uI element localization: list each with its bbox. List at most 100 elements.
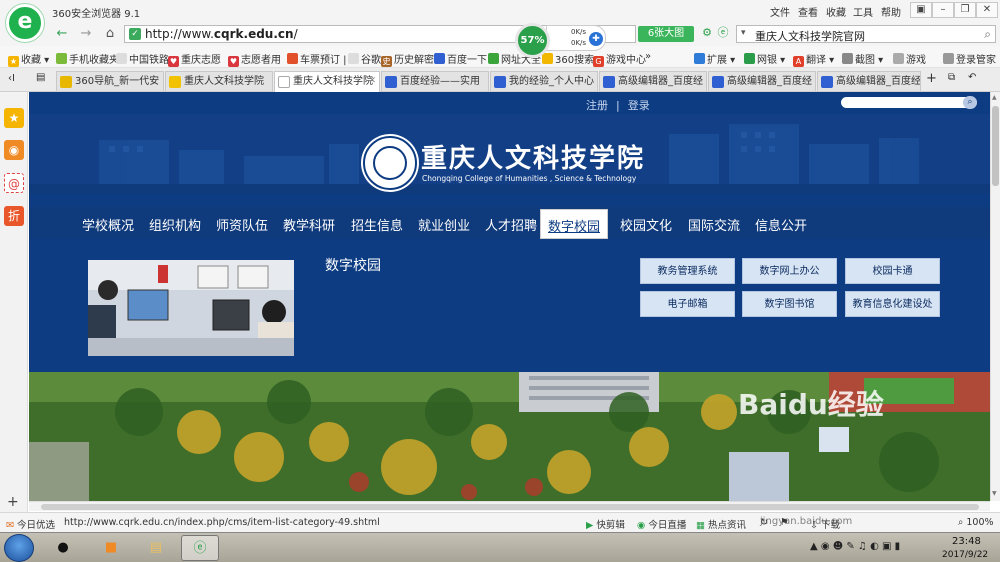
translate-button[interactable]: A 翻译 ▾ xyxy=(793,51,834,67)
settings-gear-icon[interactable]: ⚙ xyxy=(700,26,714,40)
online-office-button[interactable]: 数字网上办公 xyxy=(742,258,837,284)
box-app-icon[interactable]: ■ xyxy=(92,535,130,561)
screenshot-button[interactable]: 截图 ▾ xyxy=(842,51,883,66)
menu-tools[interactable]: 工具 xyxy=(853,4,873,19)
today-picks-button[interactable]: ✉ 今日优选 xyxy=(6,517,55,531)
refresh-e-icon[interactable]: ⓔ xyxy=(716,26,730,40)
register-link[interactable]: 注册 xyxy=(586,99,608,112)
nav-recruitment[interactable]: 人才招聘 xyxy=(485,215,537,234)
scroll-down-arrow-icon[interactable]: ▼ xyxy=(992,490,997,497)
email-button[interactable]: 电子邮箱 xyxy=(640,291,735,317)
search-box[interactable]: ▾ 重庆人文科技学院官网 ⌕ xyxy=(736,25,996,43)
divider: | xyxy=(616,99,620,112)
live-button[interactable]: ◉ 今日直播 xyxy=(637,517,686,531)
menu-favorites[interactable]: 收藏 xyxy=(826,4,846,19)
speedup-globe-icon[interactable]: ✚ xyxy=(589,32,603,46)
back-icon[interactable]: ← xyxy=(52,26,72,42)
search-input[interactable]: 重庆人文科技学院官网 xyxy=(755,28,865,44)
network-speed-ring[interactable]: 57% xyxy=(515,23,550,58)
login-manager-button[interactable]: 登录管家 xyxy=(943,51,996,66)
vertical-scroll-thumb[interactable] xyxy=(992,106,999,186)
extensions-button[interactable]: 扩展 ▾ xyxy=(694,51,735,66)
fav-item-360search[interactable]: 360搜索 xyxy=(542,51,594,66)
login-link[interactable]: 登录 xyxy=(628,99,650,112)
favorites-star-icon[interactable]: ★ xyxy=(4,108,24,128)
qq-penguin-icon[interactable]: ● xyxy=(44,535,82,561)
campus-card-button[interactable]: 校园卡通 xyxy=(845,258,940,284)
fav-item-cq-volunteer[interactable]: ♥ 重庆志愿 xyxy=(168,51,221,67)
undo-close-icon[interactable]: ↶ xyxy=(968,72,976,83)
weibo-icon[interactable]: ◉ xyxy=(4,140,24,160)
fav-item-mobile[interactable]: 手机收藏夹 xyxy=(56,51,119,66)
fav-item-google[interactable]: 谷歌 xyxy=(348,51,381,66)
search-engine-dropdown-icon[interactable]: ▾ xyxy=(741,28,746,38)
tab-close-icon[interactable]: ✕ xyxy=(368,72,376,91)
academic-system-button[interactable]: 教务管理系统 xyxy=(640,258,735,284)
fav-item-tickets[interactable]: 车票预订 | xyxy=(287,51,347,66)
360-browser-taskbar-icon[interactable]: ⓔ xyxy=(181,535,219,561)
tab-360-nav[interactable]: 360导航_新一代安 xyxy=(56,71,164,91)
nav-employment[interactable]: 就业创业 xyxy=(418,215,470,234)
tab-my-experience[interactable]: 我的经验_个人中心 xyxy=(490,71,598,91)
horizontal-scrollbar[interactable] xyxy=(29,501,990,511)
fav-item-history[interactable]: 史历史解密 xyxy=(381,51,434,67)
fav-item-railway[interactable]: 中国铁路 xyxy=(116,51,169,66)
search-icon[interactable]: ⌕ xyxy=(984,27,991,42)
favorites-menu[interactable]: ★ 收藏 ▾ xyxy=(8,51,49,67)
tab-college-active[interactable]: 重庆人文科技学院 ✕ xyxy=(274,71,380,92)
fav-item-baidu[interactable]: 百度一下 xyxy=(434,51,487,66)
fav-more-button[interactable]: » xyxy=(645,51,651,62)
nav-international[interactable]: 国际交流 xyxy=(688,215,740,234)
it-office-button[interactable]: 教育信息化建设处 xyxy=(845,291,940,317)
zoom-level[interactable]: ⌕ 100% xyxy=(958,517,994,528)
games-button[interactable]: 游戏 xyxy=(893,51,926,66)
skin-icon[interactable]: ▣ xyxy=(910,2,932,18)
horizontal-scroll-thumb[interactable] xyxy=(41,504,979,510)
tab-editor-3[interactable]: 高级编辑器_百度经 xyxy=(817,71,921,91)
home-icon[interactable]: ⌂ xyxy=(100,26,120,42)
restore-tabs-icon[interactable]: ⧉ xyxy=(948,72,955,83)
tab-baidu-jingyan[interactable]: 百度经验——实用 xyxy=(381,71,489,91)
digital-library-button[interactable]: 数字图书馆 xyxy=(742,291,837,317)
discount-icon[interactable]: 折 xyxy=(4,206,24,226)
tab-scroll-left-icon[interactable]: ‹I xyxy=(8,73,15,84)
hot-news-button[interactable]: ▦ 热点资讯 xyxy=(696,517,746,531)
menu-view[interactable]: 查看 xyxy=(798,4,818,19)
maximize-button[interactable]: ❐ xyxy=(954,2,976,18)
tab-college-1[interactable]: 重庆人文科技学院 xyxy=(165,71,273,91)
new-tab-button[interactable]: + xyxy=(926,71,937,86)
nav-faculty[interactable]: 师资队伍 xyxy=(216,215,268,234)
fav-item-games[interactable]: G 游戏中心 xyxy=(593,51,646,67)
nav-teaching-research[interactable]: 教学科研 xyxy=(283,215,335,234)
nav-digital-campus[interactable]: 数字校园 xyxy=(540,209,609,239)
vertical-scrollbar[interactable]: ▲ ▼ xyxy=(990,92,1000,501)
menu-file[interactable]: 文件 xyxy=(770,4,790,19)
file-explorer-icon[interactable]: ▤ xyxy=(137,535,175,561)
nav-school-overview[interactable]: 学校概况 xyxy=(82,215,134,234)
star-icon: ★ xyxy=(8,56,19,67)
nav-organization[interactable]: 组织机构 xyxy=(149,215,201,234)
nav-campus-culture[interactable]: 校园文化 xyxy=(620,215,672,234)
nav-information[interactable]: 信息公开 xyxy=(755,215,807,234)
address-text[interactable]: http://www.cqrk.edu.cn/ xyxy=(145,27,298,41)
sidebar-add-icon[interactable]: + xyxy=(7,494,19,510)
quick-clip-button[interactable]: ▶ 快剪辑 xyxy=(586,517,625,531)
tab-list-icon[interactable]: ▤ xyxy=(36,72,45,83)
tab-editor-2[interactable]: 高级编辑器_百度经 xyxy=(708,71,816,91)
tab-editor-1[interactable]: 高级编辑器_百度经 xyxy=(599,71,707,91)
close-button[interactable]: ✕ xyxy=(976,2,998,18)
tray-icons[interactable]: ▲ ◉ ☻ ✎ ♫ ◐ ▣ ▮ xyxy=(810,541,900,552)
fav-item-volunteer[interactable]: ♥ 志愿者用 xyxy=(228,51,281,67)
site-search-icon[interactable]: ⌕ xyxy=(963,96,977,109)
scroll-up-arrow-icon[interactable]: ▲ xyxy=(992,94,997,101)
big-pictures-button[interactable]: 6张大图 xyxy=(638,26,694,42)
live-icon: ◉ xyxy=(637,520,646,531)
windows-start-button[interactable] xyxy=(4,534,34,562)
nav-admissions[interactable]: 招生信息 xyxy=(351,215,403,234)
site-search-input[interactable] xyxy=(841,97,977,108)
minimize-button[interactable]: – xyxy=(932,2,954,18)
menu-help[interactable]: 帮助 xyxy=(881,4,901,19)
forward-icon[interactable]: → xyxy=(76,26,96,42)
ebank-button[interactable]: 网银 ▾ xyxy=(744,51,785,66)
email-icon[interactable]: @ xyxy=(4,173,24,193)
